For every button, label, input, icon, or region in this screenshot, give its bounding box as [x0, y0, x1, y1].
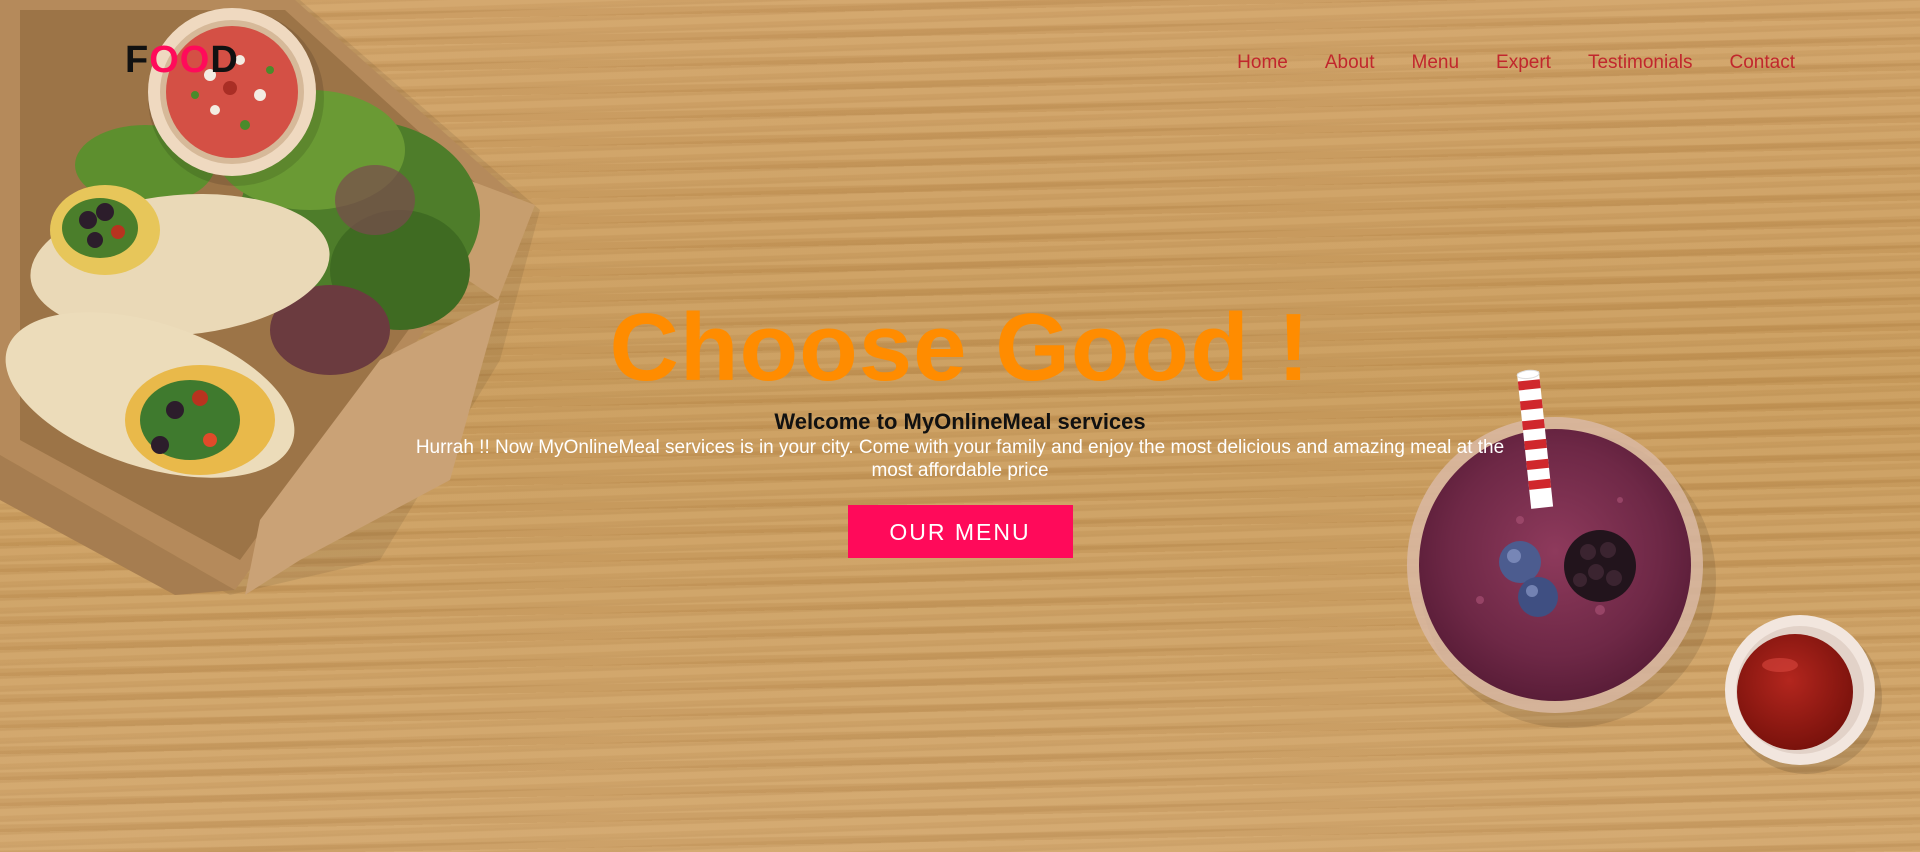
nav-link-menu[interactable]: Menu [1412, 52, 1460, 74]
nav-link-about[interactable]: About [1325, 52, 1375, 74]
nav-link-home[interactable]: Home [1237, 52, 1288, 74]
nav-link-expert[interactable]: Expert [1496, 52, 1551, 74]
site-logo[interactable]: FOOD [125, 41, 239, 79]
hero-subtitle: Welcome to MyOnlineMeal services [774, 409, 1146, 434]
main-nav: Home About Menu Expert Testimonials Cont… [1237, 52, 1795, 74]
hero-headline: Choose Good ! [609, 294, 1311, 401]
nav-link-testimonials[interactable]: Testimonials [1588, 52, 1693, 74]
our-menu-button[interactable]: OUR MENU [847, 505, 1073, 558]
hero-description: Hurrah !! Now MyOnlineMeal services is i… [415, 437, 1505, 481]
hero-content: Choose Good ! Welcome to MyOnlineMeal se… [400, 298, 1520, 558]
logo-letter-accent: OO [149, 39, 211, 81]
logo-letter-suffix: D [210, 39, 239, 81]
ketchup-cup-image [1725, 615, 1882, 774]
hero-section: FOOD Home About Menu Expert Testimonials… [0, 0, 1920, 852]
nav-link-contact[interactable]: Contact [1730, 52, 1795, 74]
logo-letter-prefix: F [125, 39, 150, 81]
